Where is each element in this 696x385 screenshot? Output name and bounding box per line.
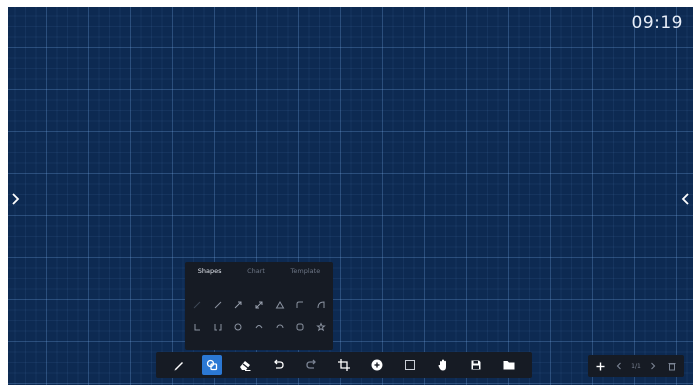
- left-side-expand-button[interactable]: [10, 191, 22, 207]
- shape-line-button[interactable]: [212, 300, 224, 310]
- triangle-icon: [275, 301, 284, 309]
- chevron-right-icon: [651, 362, 656, 370]
- crop-tool-button[interactable]: [334, 355, 354, 375]
- crop-icon: [337, 359, 350, 371]
- shapes-tool-button[interactable]: [201, 355, 222, 375]
- select-tool-button[interactable]: [400, 355, 420, 375]
- bracket-icon: [194, 324, 200, 331]
- previous-page-button[interactable]: [613, 359, 625, 373]
- arrow-icon: [255, 301, 263, 309]
- redo-button[interactable]: [301, 355, 321, 375]
- next-page-button[interactable]: [647, 359, 659, 373]
- redo-icon: [306, 359, 316, 369]
- plus-icon: [596, 362, 605, 370]
- hand-icon: [438, 359, 447, 371]
- star-icon: [316, 322, 326, 332]
- shape-row: [191, 300, 327, 310]
- shape-arrow-button[interactable]: [253, 300, 265, 310]
- oval-icon: [276, 324, 284, 329]
- delete-page-button[interactable]: [666, 359, 678, 373]
- page-count: 1/1: [631, 362, 641, 370]
- shape-triangle-button[interactable]: [274, 300, 286, 310]
- whiteboard-canvas[interactable]: 09:19: [8, 7, 693, 385]
- shape-panel-tabs: Shapes Chart Template: [185, 262, 333, 281]
- circle-icon: [234, 323, 242, 331]
- shape-line-button[interactable]: [191, 300, 203, 310]
- right-side-expand-button[interactable]: [679, 191, 691, 207]
- undo-button[interactable]: [268, 355, 288, 375]
- arrow-icon: [234, 301, 242, 309]
- shape-arrow-button[interactable]: [232, 300, 244, 310]
- curve-icon: [255, 325, 263, 329]
- trash-icon: [668, 363, 676, 371]
- shape-panel: Shapes Chart Template: [185, 262, 333, 350]
- shape-rounded-corner-button[interactable]: [294, 300, 306, 310]
- selection-box-icon: [405, 360, 416, 370]
- line-icon: [193, 301, 201, 309]
- shape-bracket-button[interactable]: [191, 322, 203, 332]
- double-bracket-icon: [214, 324, 222, 331]
- tab-shapes[interactable]: Shapes: [198, 267, 222, 281]
- shape-circle-button[interactable]: [232, 322, 244, 332]
- plus-circle-icon: [371, 359, 383, 371]
- rounded-corner-icon: [296, 301, 304, 308]
- open-folder-button[interactable]: [499, 355, 519, 375]
- arc-icon: [317, 301, 325, 309]
- line-icon: [214, 301, 222, 309]
- shape-row: [191, 322, 327, 332]
- shape-double-bracket-button[interactable]: [212, 322, 224, 332]
- chevron-left-icon: [681, 193, 689, 205]
- undo-icon: [273, 359, 284, 369]
- shapes-icon: [206, 359, 217, 371]
- eraser-icon: [239, 361, 251, 371]
- bottom-toolbar: [156, 352, 532, 378]
- shape-star-button[interactable]: [315, 322, 327, 332]
- insert-button[interactable]: [367, 355, 387, 375]
- shape-curve-button[interactable]: [253, 322, 265, 332]
- clock: 09:19: [631, 13, 683, 33]
- eraser-tool-button[interactable]: [235, 355, 255, 375]
- add-page-button[interactable]: [594, 359, 606, 373]
- tab-chart[interactable]: Chart: [247, 267, 265, 281]
- save-icon: [471, 360, 481, 370]
- chevron-left-icon: [616, 362, 621, 370]
- tab-template[interactable]: Template: [291, 267, 321, 281]
- shape-rounded-square-button[interactable]: [294, 322, 306, 332]
- pen-icon: [174, 362, 183, 371]
- rounded-square-icon: [296, 323, 304, 331]
- pan-tool-button[interactable]: [433, 355, 453, 375]
- shape-oval-button[interactable]: [274, 322, 286, 332]
- folder-icon: [503, 361, 515, 370]
- pen-tool-button[interactable]: [169, 355, 189, 375]
- save-button[interactable]: [466, 355, 486, 375]
- shape-arc-button[interactable]: [315, 300, 327, 310]
- chevron-right-icon: [12, 193, 20, 205]
- page-navigator: 1/1: [588, 355, 684, 377]
